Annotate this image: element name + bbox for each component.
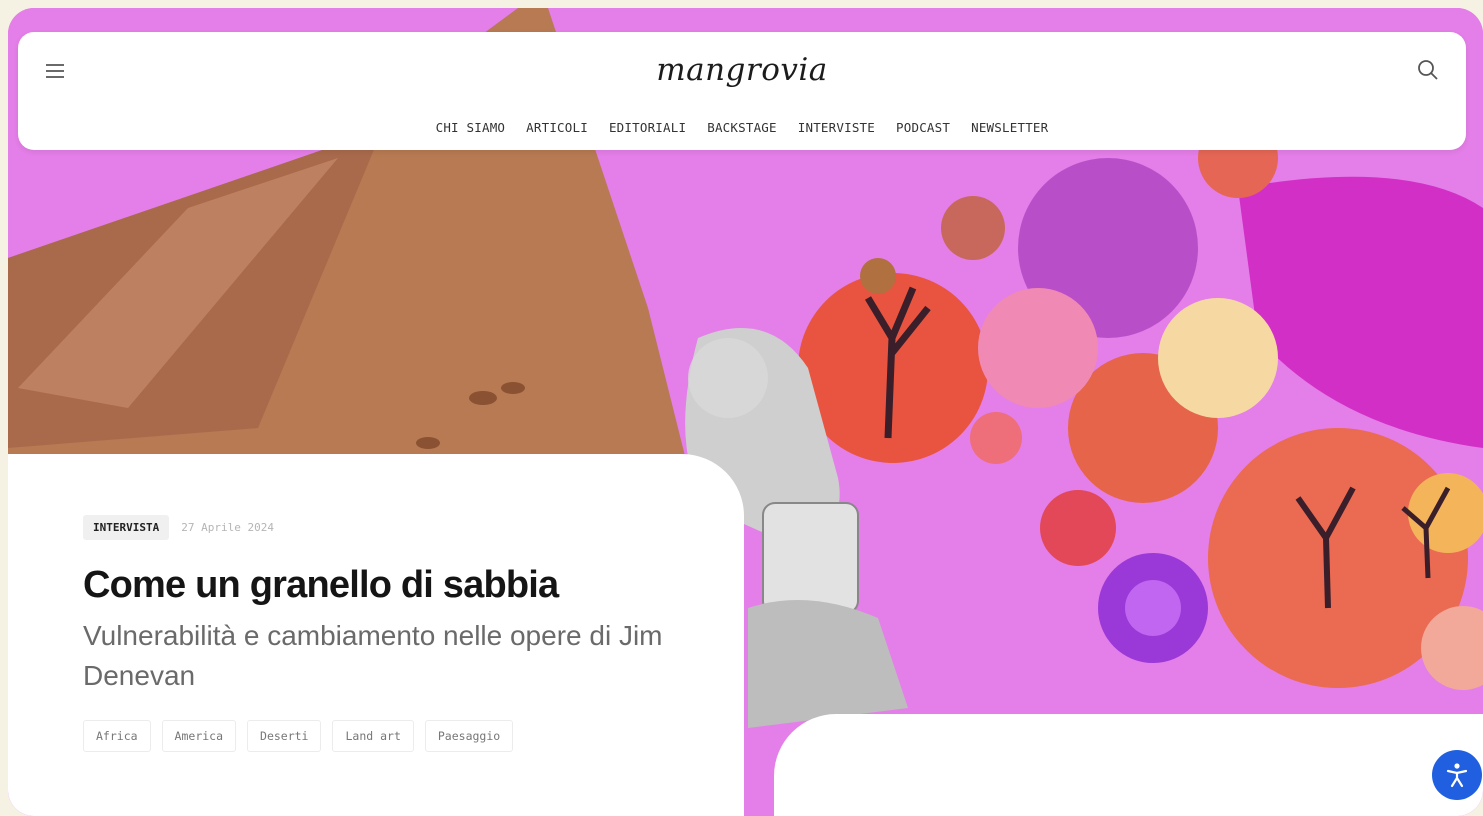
nav-interviste[interactable]: INTERVISTE xyxy=(798,120,875,135)
nav-podcast[interactable]: PODCAST xyxy=(896,120,950,135)
nav-backstage[interactable]: BACKSTAGE xyxy=(707,120,777,135)
tag-deserti[interactable]: Deserti xyxy=(247,720,322,752)
article-subtitle: Vulnerabilità e cambiamento nelle opere … xyxy=(83,620,663,691)
main-nav: CHI SIAMO ARTICOLI EDITORIALI BACKSTAGE … xyxy=(18,120,1466,135)
nav-articoli[interactable]: ARTICOLI xyxy=(526,120,588,135)
article-date: 27 Aprile 2024 xyxy=(181,521,274,534)
tag-land-art[interactable]: Land art xyxy=(332,720,414,752)
nav-chi-siamo[interactable]: CHI SIAMO xyxy=(436,120,506,135)
article-card: INTERVISTA 27 Aprile 2024 Come un granel… xyxy=(8,454,744,816)
next-section-card xyxy=(774,714,1483,816)
article-title[interactable]: Come un granello di sabbia xyxy=(83,564,559,607)
accessibility-icon[interactable] xyxy=(1432,750,1482,800)
page-frame: mangrovia CHI SIAMO ARTICOLI EDITORIALI … xyxy=(8,8,1483,816)
tag-africa[interactable]: Africa xyxy=(83,720,151,752)
category-badge[interactable]: INTERVISTA xyxy=(83,515,170,540)
site-logo[interactable]: mangrovia xyxy=(18,52,1466,88)
article-meta: INTERVISTA 27 Aprile 2024 xyxy=(83,515,274,540)
tag-america[interactable]: America xyxy=(161,720,237,752)
site-header: mangrovia CHI SIAMO ARTICOLI EDITORIALI … xyxy=(18,32,1466,150)
nav-editoriali[interactable]: EDITORIALI xyxy=(609,120,686,135)
search-icon[interactable] xyxy=(1414,56,1442,84)
tag-paesaggio[interactable]: Paesaggio xyxy=(424,720,514,752)
nav-newsletter[interactable]: NEWSLETTER xyxy=(971,120,1048,135)
tag-list: Africa America Deserti Land art Paesaggi… xyxy=(83,720,514,752)
